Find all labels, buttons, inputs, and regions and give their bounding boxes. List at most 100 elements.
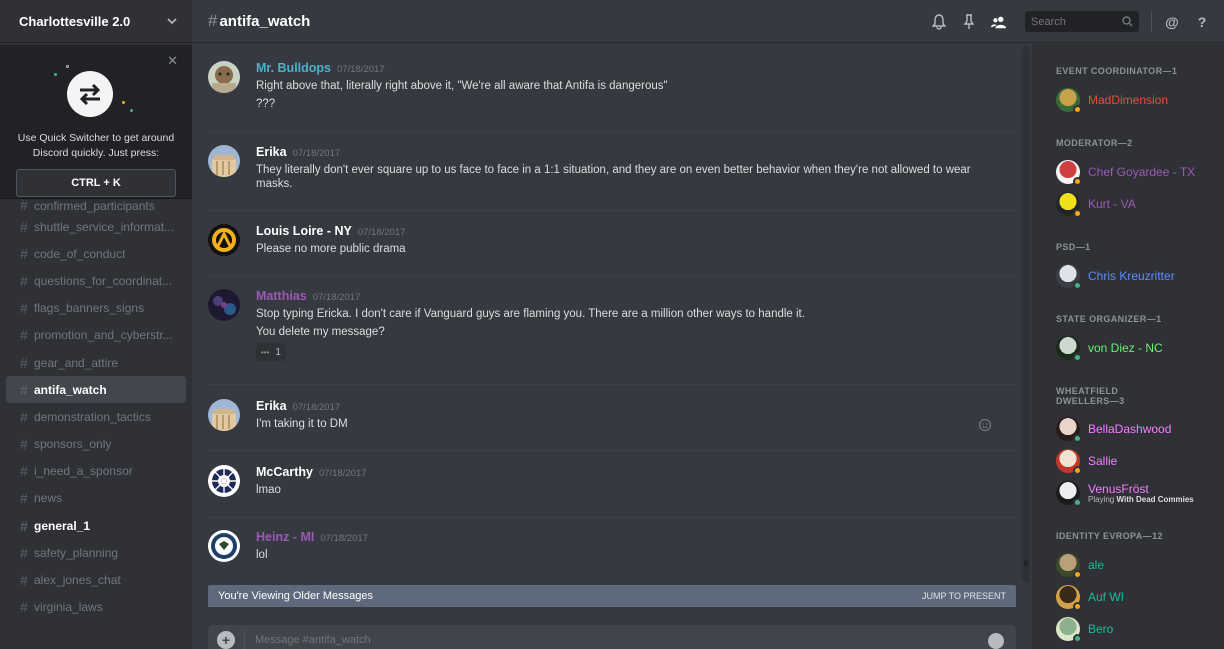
member-item[interactable]: BellaDashwood bbox=[1056, 416, 1171, 443]
avatar[interactable] bbox=[208, 224, 240, 256]
channel-item[interactable]: # gear_and_attire bbox=[6, 349, 186, 376]
channel-item[interactable]: # antifa_watch bbox=[6, 376, 186, 404]
channel-item[interactable]: # flags_banners_signs bbox=[6, 295, 186, 322]
role-header: STATE ORGANIZER—1 bbox=[1056, 314, 1162, 324]
help-icon[interactable]: ? bbox=[1194, 14, 1210, 30]
channel-item[interactable]: # sponsors_only bbox=[6, 431, 186, 458]
member-item[interactable]: Chris Kreuzritter bbox=[1056, 263, 1175, 290]
message-header: Erika 07/18/2017 bbox=[256, 399, 996, 413]
message-input[interactable] bbox=[255, 634, 955, 646]
avatar[interactable] bbox=[208, 465, 240, 497]
channel-item[interactable]: # i_need_a_sponsor bbox=[6, 458, 186, 485]
message-header: Matthias 07/18/2017 bbox=[256, 289, 996, 303]
message-body: Erika 07/18/2017 They literally don't ever… bbox=[256, 145, 996, 191]
channel-item[interactable]: # shuttle_service_informat... bbox=[6, 213, 186, 240]
quick-switcher-shortcut: CTRL + K bbox=[16, 169, 176, 197]
quick-switcher-tip: ✕ Use Quick Switcher to get around Disco… bbox=[0, 45, 192, 199]
search-box[interactable] bbox=[1025, 11, 1139, 32]
member-name: Bero bbox=[1088, 622, 1114, 636]
message-author[interactable]: Louis Loire - NY bbox=[256, 224, 352, 238]
message-divider bbox=[208, 384, 1016, 385]
jump-to-present-button[interactable]: JUMP TO PRESENT bbox=[922, 591, 1006, 601]
sparkle-icon bbox=[122, 101, 125, 104]
message-text: lmao bbox=[256, 484, 281, 496]
channel-item[interactable]: # virginia_laws bbox=[6, 594, 186, 621]
message-author[interactable]: Mr. Bulldops bbox=[256, 61, 331, 75]
avatar[interactable] bbox=[208, 289, 240, 321]
avatar[interactable] bbox=[208, 530, 240, 562]
avatar[interactable] bbox=[208, 399, 240, 431]
channel-hash-icon: # bbox=[20, 463, 28, 480]
channel-hash-icon: # bbox=[20, 544, 28, 561]
channel-item[interactable]: # alex_jones_chat bbox=[6, 566, 186, 593]
channel-item[interactable]: # code_of_conduct bbox=[6, 240, 186, 267]
channel-item[interactable]: # questions_for_coordinat... bbox=[6, 267, 186, 294]
pin-icon[interactable] bbox=[961, 13, 977, 30]
close-icon[interactable]: ✕ bbox=[167, 53, 178, 69]
role-header: EVENT COORDINATOR—1 bbox=[1056, 66, 1178, 76]
member-item[interactable]: MadDimension bbox=[1056, 87, 1168, 114]
scrollbar-thumb[interactable] bbox=[1024, 560, 1028, 566]
channel-name: antifa_watch bbox=[219, 12, 311, 30]
server-name: Charlottesville 2.0 bbox=[19, 13, 131, 29]
message-header: Heinz - MI 07/18/2017 bbox=[256, 530, 996, 544]
member-name: Auf WI bbox=[1088, 590, 1125, 604]
message-author[interactable]: Heinz - MI bbox=[256, 530, 314, 544]
message-divider bbox=[208, 131, 1016, 132]
message-text: I'm taking it to DM bbox=[256, 418, 348, 430]
channel-item[interactable]: # safety_planning bbox=[6, 539, 186, 566]
member-item[interactable]: Auf WI bbox=[1056, 584, 1125, 611]
member-item[interactable]: Sallie bbox=[1056, 448, 1117, 475]
avatar bbox=[1056, 336, 1082, 362]
status-indicator bbox=[1073, 353, 1082, 362]
avatar bbox=[1056, 585, 1082, 611]
at-icon[interactable]: @ bbox=[1164, 14, 1180, 30]
role-header: MODERATOR—2 bbox=[1056, 138, 1133, 148]
upload-plus-icon[interactable]: + bbox=[217, 631, 235, 649]
member-item[interactable]: ale bbox=[1056, 552, 1104, 579]
channel-hash-icon: # bbox=[20, 517, 28, 534]
member-item[interactable]: Kurt - VA bbox=[1056, 191, 1136, 218]
avatar bbox=[1056, 553, 1082, 579]
channel-item[interactable]: # demonstration_tactics bbox=[6, 403, 186, 430]
server-header[interactable]: Charlottesville 2.0 bbox=[0, 0, 192, 43]
message-header: Erika 07/18/2017 bbox=[256, 145, 996, 159]
message-header: Mr. Bulldops 07/18/2017 bbox=[256, 61, 996, 75]
message-author[interactable]: Erika bbox=[256, 145, 287, 159]
avatar[interactable] bbox=[208, 145, 240, 177]
message-author[interactable]: Erika bbox=[256, 399, 287, 413]
member-item[interactable]: Bero bbox=[1056, 616, 1114, 643]
member-item[interactable]: von Diez - NC bbox=[1056, 335, 1163, 362]
channel-item[interactable]: # promotion_and_cyberstr... bbox=[6, 322, 186, 349]
add-reaction-icon[interactable] bbox=[978, 418, 992, 432]
channel-name: antifa_watch bbox=[34, 382, 107, 397]
bell-icon[interactable] bbox=[931, 13, 947, 30]
member-name: VenusFröst bbox=[1088, 481, 1149, 496]
message-author[interactable]: Matthias bbox=[256, 289, 307, 303]
channel-hash-icon: # bbox=[20, 572, 28, 589]
message-text: lol bbox=[256, 549, 268, 561]
member-info: VenusFröst Playing With Dead Commies bbox=[1080, 483, 1194, 504]
search-input[interactable] bbox=[1031, 15, 1111, 28]
avatar[interactable] bbox=[208, 61, 240, 93]
scrollbar-track[interactable] bbox=[1022, 46, 1030, 582]
channel-hash-icon: # bbox=[20, 327, 28, 344]
channel-item[interactable]: # general_1 bbox=[6, 512, 186, 539]
emoji-picker-icon[interactable] bbox=[988, 633, 1004, 649]
avatar bbox=[1056, 417, 1082, 443]
members-icon[interactable] bbox=[991, 14, 1007, 30]
member-list: EVENT COORDINATOR—1 MadDimension MODERATOR… bbox=[1032, 43, 1224, 649]
member-item[interactable]: Chef Goyardee - TX bbox=[1056, 159, 1195, 186]
message-author[interactable]: McCarthy bbox=[256, 465, 313, 479]
avatar bbox=[1056, 481, 1082, 507]
reaction-chip[interactable]: ••• 1 bbox=[256, 343, 286, 361]
channel-item[interactable]: # news bbox=[6, 485, 186, 512]
member-item[interactable]: VenusFröst Playing With Dead Commies bbox=[1056, 480, 1194, 507]
channel-item[interactable]: # confirmed_participants bbox=[6, 199, 186, 213]
channel-name: general_1 bbox=[34, 518, 91, 533]
message-timestamp: 07/18/2017 bbox=[318, 468, 367, 479]
channel-hash-icon: # bbox=[20, 199, 28, 213]
channel-name: virginia_laws bbox=[34, 600, 103, 615]
composer-divider bbox=[244, 630, 245, 649]
channel-hash-icon: # bbox=[20, 272, 28, 289]
